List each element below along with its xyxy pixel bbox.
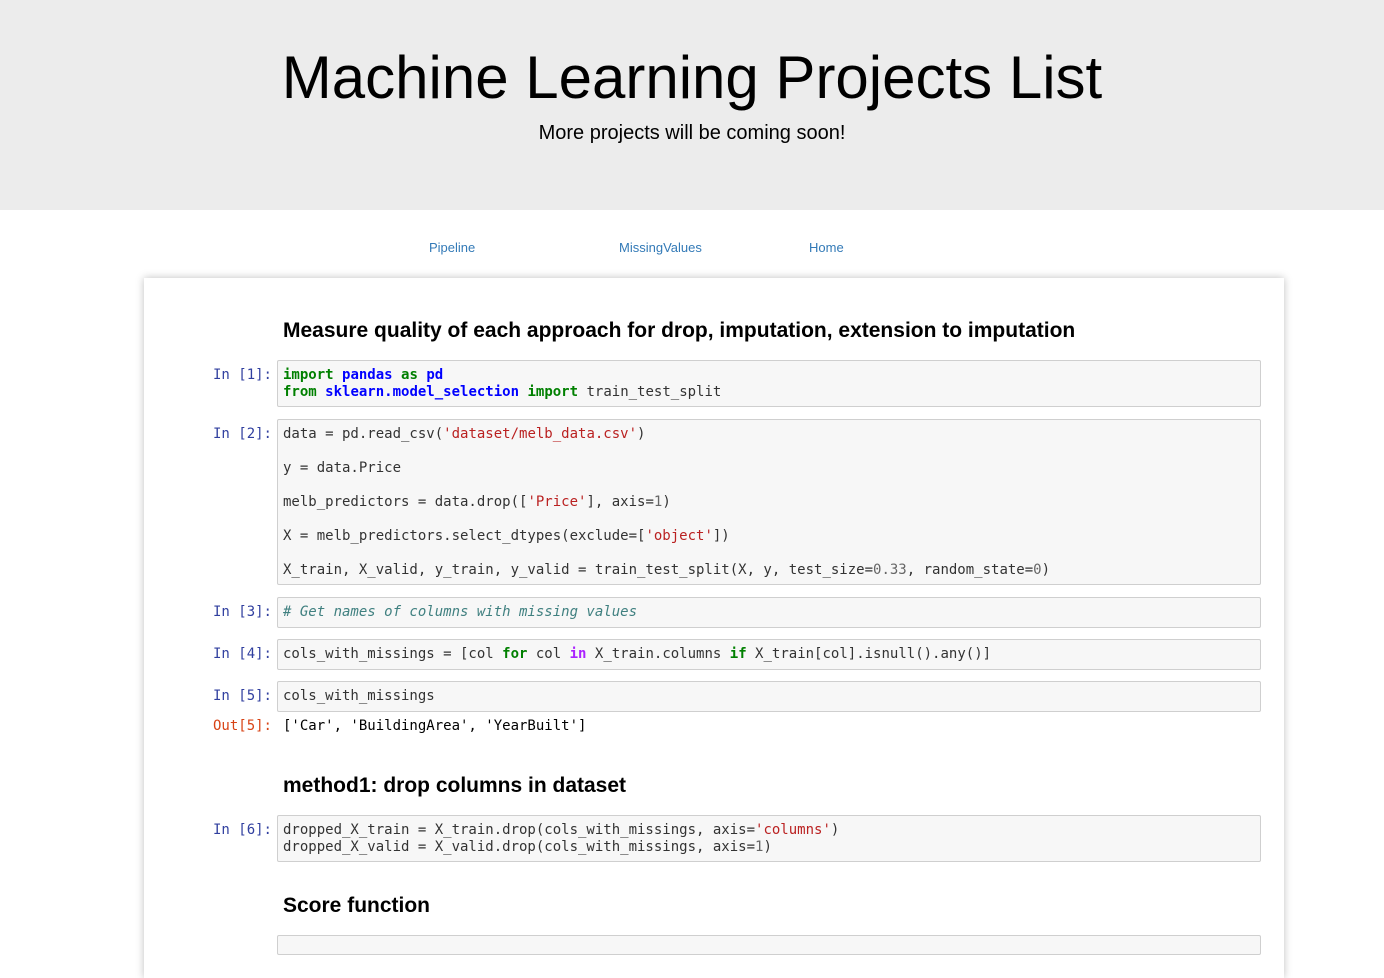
code-token: from [283, 384, 317, 400]
nav-link-missing-values[interactable]: MissingValues [619, 240, 702, 256]
code-token: y = data.Price [283, 460, 402, 476]
code-comment: # Get names of columns with missing valu… [283, 604, 638, 620]
code-token: 'dataset/melb_data.csv' [443, 426, 638, 442]
code-token: X_train, X_valid, y_train, y_valid = tra… [283, 562, 874, 578]
code-token: sklearn.model_selection [325, 384, 520, 400]
code-token: 'columns' [755, 822, 831, 838]
code-token: 0 [1033, 562, 1042, 578]
nav-link-pipeline[interactable]: Pipeline [429, 240, 475, 256]
code-token: for [502, 646, 528, 662]
code-cell[interactable] [277, 935, 1261, 955]
input-prompt: In [4]: [212, 646, 272, 662]
code-token: import [527, 384, 579, 400]
section-heading: Measure quality of each approach for dro… [283, 319, 1076, 342]
code-token: data = pd.read_csv( [283, 426, 444, 442]
code-token: melb_predictors = data.drop([ [283, 494, 528, 510]
notebook-container: Measure quality of each approach for dro… [144, 278, 1284, 978]
code-token: cols_with_missings [283, 688, 435, 704]
code-token: import [283, 367, 334, 383]
code-token: ) [763, 839, 772, 855]
code-token: if [729, 646, 747, 662]
code-token: , random_state= [906, 562, 1034, 578]
input-prompt: In [2]: [212, 426, 272, 442]
code-token: as [401, 367, 418, 383]
input-prompt: In [1]: [212, 367, 272, 383]
code-token: dropped_X_valid = X_valid.drop(cols_with… [283, 839, 756, 855]
code-token: cols_with_missings = [col [283, 646, 503, 662]
code-token: in [569, 646, 587, 662]
code-cell[interactable]: # Get names of columns with missing valu… [277, 597, 1261, 628]
page-title: Machine Learning Projects List [281, 44, 1103, 111]
cell-output: ['Car', 'BuildingArea', 'YearBuilt'] [283, 718, 587, 734]
code-token: pd [426, 367, 444, 383]
code-token: train_test_split [586, 384, 722, 400]
code-cell[interactable]: dropped_X_train = X_train.drop(cols_with… [277, 815, 1261, 862]
code-token: X = melb_predictors.select_dtypes(exclud… [283, 528, 646, 544]
output-prompt: Out[5]: [212, 718, 272, 734]
section-heading: method1: drop columns in dataset [283, 774, 627, 797]
code-token: dropped_X_train = X_train.drop(cols_with… [283, 822, 756, 838]
nav-link-home[interactable]: Home [809, 240, 844, 256]
code-token: 0.33 [873, 562, 907, 578]
page-header: Machine Learning Projects List More proj… [0, 0, 1384, 210]
code-cell[interactable]: cols_with_missings [277, 681, 1261, 712]
code-token: 'object' [645, 528, 713, 544]
input-prompt: In [3]: [212, 604, 272, 620]
page-subtitle: More projects will be coming soon! [538, 122, 846, 144]
code-token: ) [662, 494, 671, 510]
code-token: X_train.columns [586, 646, 730, 662]
code-token: col [527, 646, 570, 662]
section-heading: Score function [283, 894, 431, 917]
code-token: ]) [712, 528, 730, 544]
code-token: X_train[col].isnull().any()] [746, 646, 992, 662]
code-cell[interactable]: cols_with_missings = [col for col in X_t… [277, 639, 1261, 670]
code-cell[interactable]: data = pd.read_csv('dataset/melb_data.cs… [277, 419, 1261, 585]
input-prompt: In [5]: [212, 688, 272, 704]
code-cell[interactable]: import pandas as pd from sklearn.model_s… [277, 360, 1261, 407]
code-token: 'Price' [527, 494, 587, 510]
input-prompt: In [6]: [212, 822, 272, 838]
code-token: ) [1041, 562, 1051, 578]
code-token: pandas [342, 367, 393, 383]
code-token: ) [637, 426, 646, 442]
code-token: ) [830, 822, 840, 838]
code-token: ], axis= [586, 494, 654, 510]
